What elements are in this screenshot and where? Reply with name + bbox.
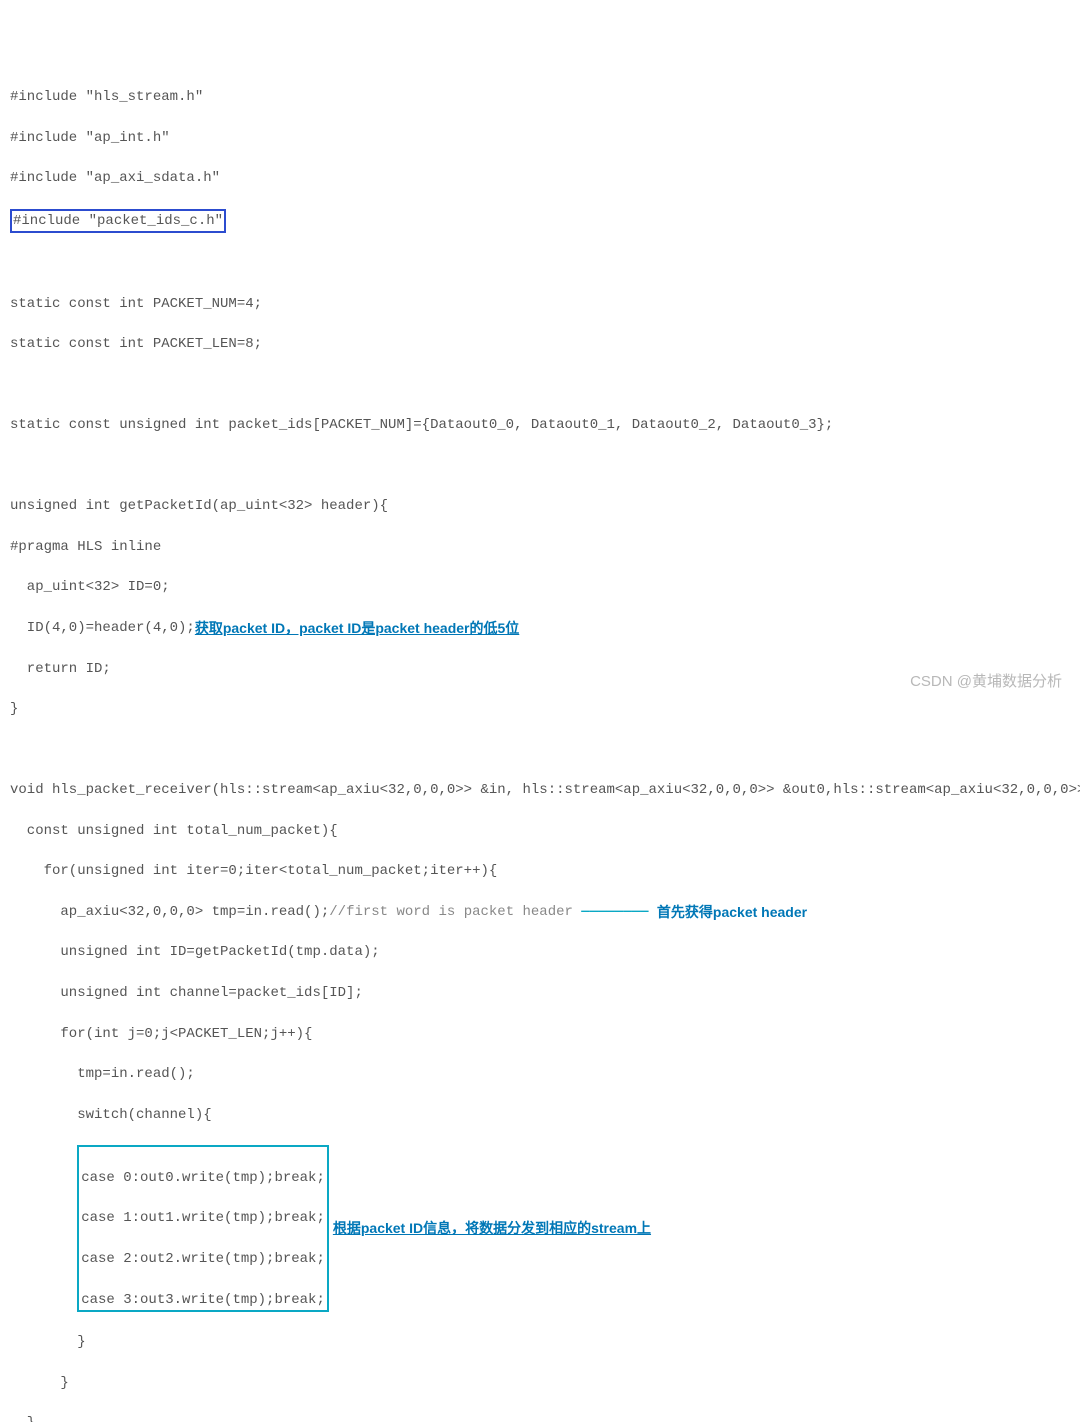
annotation-dispatch: 根据packet ID信息，将数据分发到相应的stream上 bbox=[333, 1218, 651, 1238]
code-line-with-annotation: ap_axiu<32,0,0,0> tmp=in.read();//first … bbox=[10, 902, 1070, 922]
code-line: unsigned int ID=getPacketId(tmp.data); bbox=[10, 942, 1070, 962]
blank-line bbox=[10, 375, 1070, 395]
code-line: for(int j=0;j<PACKET_LEN;j++){ bbox=[10, 1024, 1070, 1044]
code-line: } bbox=[10, 1413, 1070, 1422]
code-include-highlight: #include "packet_ids_c.h" bbox=[10, 209, 1070, 233]
code-line: unsigned int getPacketId(ap_uint<32> hea… bbox=[10, 496, 1070, 516]
indent-pad bbox=[10, 1218, 77, 1238]
blank-line bbox=[10, 456, 1070, 476]
case-line: case 1:out1.write(tmp);break; bbox=[81, 1208, 325, 1228]
case-line: case 0:out0.write(tmp);break; bbox=[81, 1168, 325, 1188]
annotation-get-id: 获取packet ID，packet ID是packet header的低5位 bbox=[195, 618, 519, 638]
code-line: static const int PACKET_LEN=8; bbox=[10, 334, 1070, 354]
code-line: tmp=in.read(); bbox=[10, 1064, 1070, 1084]
code-line: switch(channel){ bbox=[10, 1105, 1070, 1125]
code-line: static const int PACKET_NUM=4; bbox=[10, 294, 1070, 314]
highlight-box-include: #include "packet_ids_c.h" bbox=[10, 209, 226, 233]
code-line: const unsigned int total_num_packet){ bbox=[10, 821, 1070, 841]
code-fragment: ap_axiu<32,0,0,0> tmp=in.read(); bbox=[10, 902, 329, 922]
code-fragment: ID(4,0)=header(4,0); bbox=[10, 618, 195, 638]
code-line: } bbox=[10, 699, 1070, 719]
annotation-connector: ———————— bbox=[573, 902, 657, 922]
code-line: #include "ap_axi_sdata.h" bbox=[10, 168, 1070, 188]
code-comment: //first word is packet header bbox=[329, 902, 573, 922]
blank-line bbox=[10, 254, 1070, 274]
code-line: #include "ap_int.h" bbox=[10, 128, 1070, 148]
code-line: } bbox=[10, 1332, 1070, 1352]
case-line: case 3:out3.write(tmp);break; bbox=[81, 1290, 325, 1310]
code-line: static const unsigned int packet_ids[PAC… bbox=[10, 415, 1070, 435]
highlight-box-cases: case 0:out0.write(tmp);break; case 1:out… bbox=[77, 1145, 329, 1311]
code-line: void hls_packet_receiver(hls::stream<ap_… bbox=[10, 780, 1070, 800]
annotation-header: 首先获得packet header bbox=[657, 902, 807, 922]
case-line: case 2:out2.write(tmp);break; bbox=[81, 1249, 325, 1269]
code-line: } bbox=[10, 1373, 1070, 1393]
code-line: #include "hls_stream.h" bbox=[10, 87, 1070, 107]
code-line-with-annotation: ID(4,0)=header(4,0);获取packet ID，packet I… bbox=[10, 618, 1070, 638]
watermark: CSDN @黄埔数据分析 bbox=[910, 671, 1062, 693]
code-line: for(unsigned int iter=0;iter<total_num_p… bbox=[10, 861, 1070, 881]
blank-line bbox=[10, 740, 1070, 760]
code-line: unsigned int channel=packet_ids[ID]; bbox=[10, 983, 1070, 1003]
code-line: ap_uint<32> ID=0; bbox=[10, 577, 1070, 597]
switch-cases-block: case 0:out0.write(tmp);break; case 1:out… bbox=[10, 1145, 1070, 1311]
code-line: #pragma HLS inline bbox=[10, 537, 1070, 557]
